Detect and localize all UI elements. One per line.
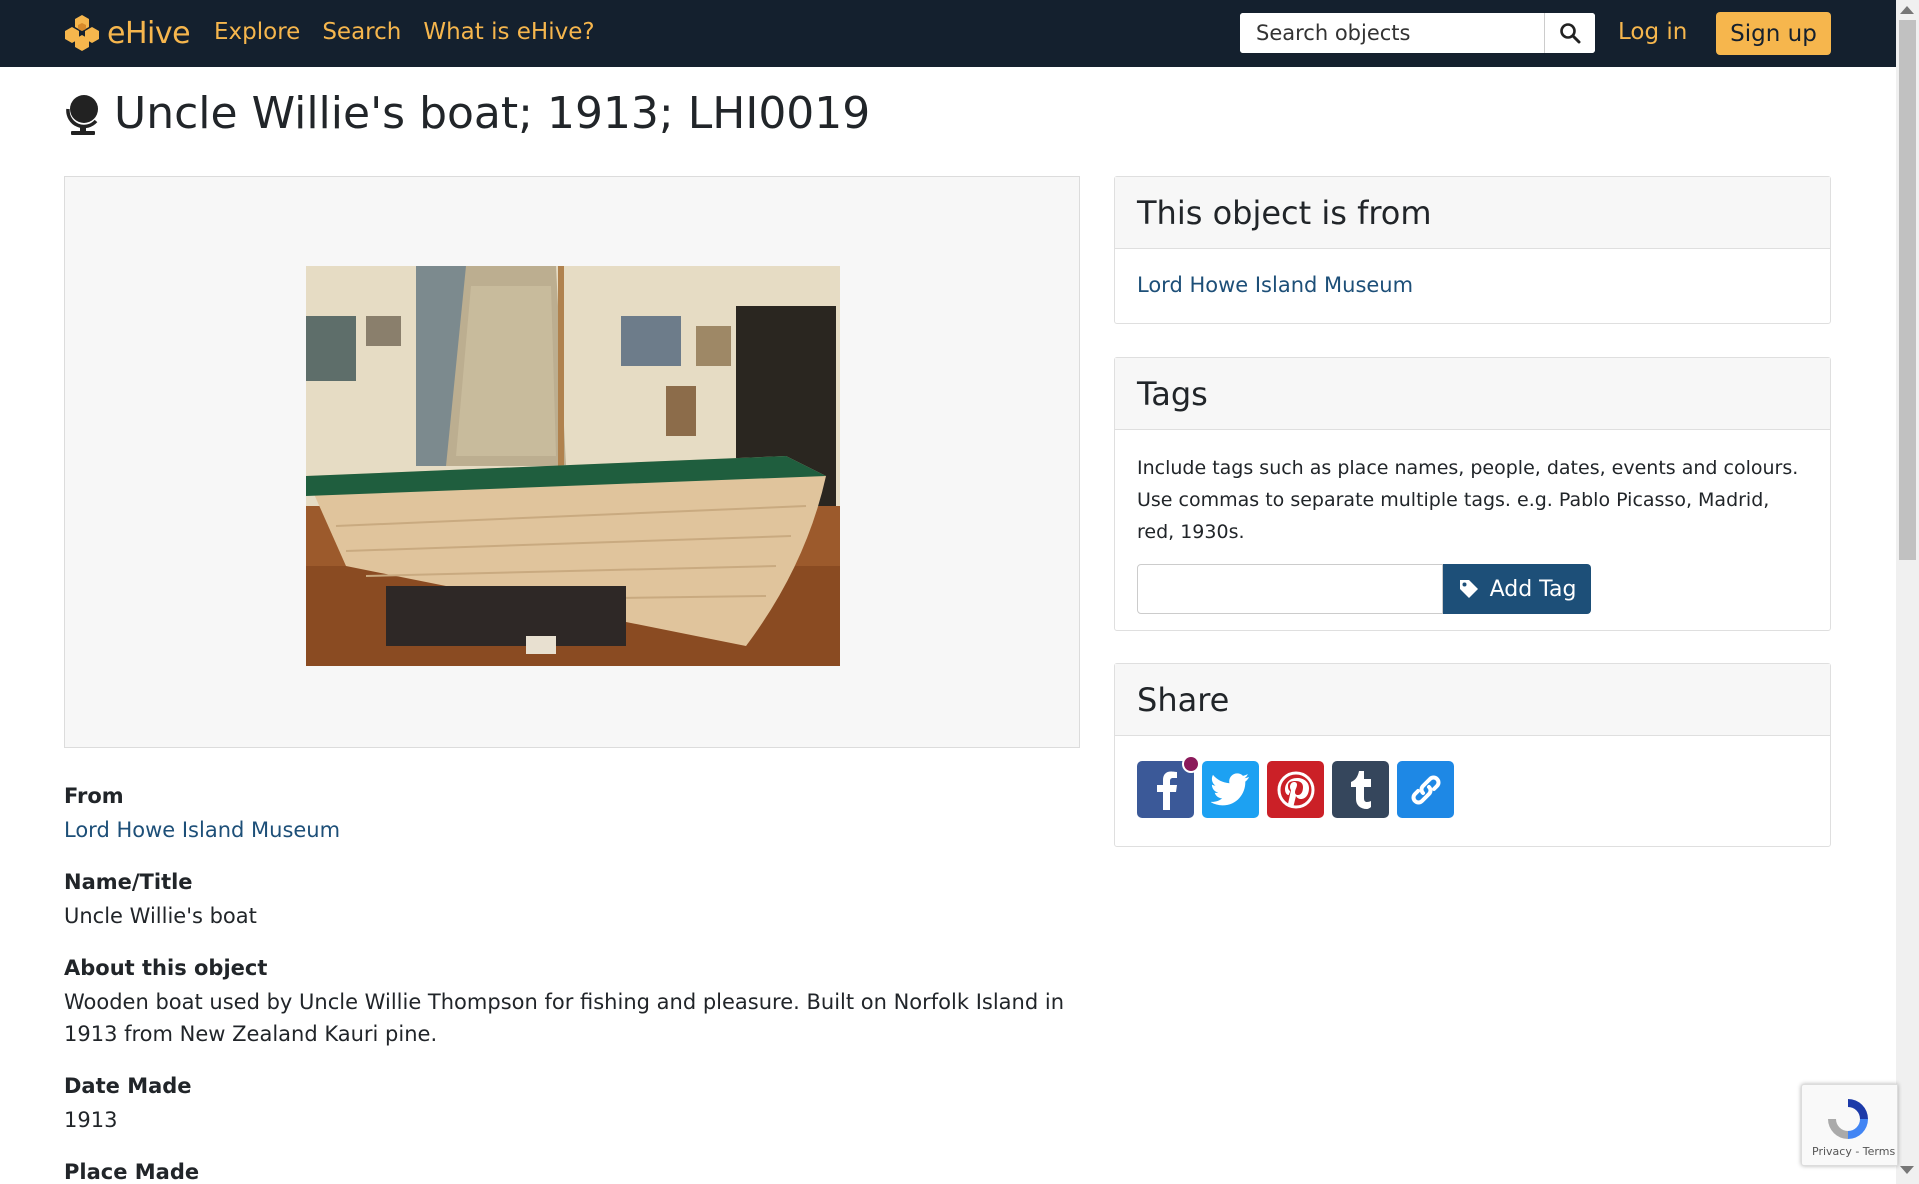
- scroll-down-arrow[interactable]: [1900, 1166, 1914, 1174]
- recaptcha-badge[interactable]: Privacy - Terms: [1801, 1084, 1898, 1166]
- card-header: Share: [1115, 664, 1830, 736]
- object-title: Uncle Willie's boat; 1913; LHI0019: [114, 88, 871, 139]
- signup-button[interactable]: Sign up: [1716, 12, 1831, 55]
- tumblr-icon: [1350, 770, 1371, 809]
- card-header: This object is from: [1115, 177, 1830, 249]
- search-input[interactable]: [1240, 13, 1544, 53]
- nav-search[interactable]: Search: [322, 19, 401, 45]
- search-button[interactable]: [1544, 13, 1595, 53]
- page-scrollbar[interactable]: [1896, 0, 1919, 1184]
- recaptcha-icon: [1828, 1099, 1868, 1139]
- add-tag-button[interactable]: Add Tag: [1443, 564, 1591, 614]
- recaptcha-footer[interactable]: Privacy - Terms: [1812, 1145, 1895, 1158]
- card-header: Tags: [1115, 358, 1830, 430]
- card-body: Include tags such as place names, people…: [1115, 430, 1830, 614]
- field-value: 1913: [64, 1108, 118, 1132]
- card-title: Share: [1137, 680, 1230, 719]
- card-object-from: This object is from Lord Howe Island Mus…: [1114, 176, 1831, 324]
- add-tag-label: Add Tag: [1489, 576, 1577, 602]
- field-from: From Lord Howe Island Museum: [64, 784, 340, 846]
- nav-explore[interactable]: Explore: [214, 19, 300, 45]
- object-photo[interactable]: [306, 266, 840, 666]
- share-twitter-button[interactable]: [1202, 761, 1259, 818]
- twitter-icon: [1210, 772, 1249, 805]
- field-value: Uncle Willie's boat: [64, 904, 257, 928]
- share-pinterest-button[interactable]: [1267, 761, 1324, 818]
- image-panel: [64, 176, 1080, 748]
- field-label: From: [64, 784, 124, 808]
- login-link[interactable]: Log in: [1618, 19, 1687, 45]
- ehive-logo-icon: [65, 15, 99, 51]
- museum-link[interactable]: Lord Howe Island Museum: [1137, 249, 1808, 297]
- field-label: Name/Title: [64, 870, 193, 894]
- field-label: Place Made: [64, 1160, 200, 1184]
- main-nav: Explore Search What is eHive?: [214, 19, 595, 45]
- share-buttons: [1137, 736, 1808, 818]
- brand-name: eHive: [107, 15, 191, 51]
- scroll-up-arrow[interactable]: [1900, 6, 1914, 14]
- field-value: Wooden boat used by Uncle Willie Thompso…: [64, 990, 1065, 1046]
- card-title: This object is from: [1137, 193, 1432, 232]
- share-facebook-button[interactable]: [1137, 755, 1200, 818]
- tag-form: Add Tag: [1137, 564, 1808, 614]
- search-icon: [1560, 23, 1581, 44]
- share-copy-link-button[interactable]: [1397, 761, 1454, 818]
- nav-what-is-ehive[interactable]: What is eHive?: [423, 19, 594, 45]
- top-navbar: eHive Explore Search What is eHive? Log …: [0, 0, 1896, 67]
- card-tags: Tags Include tags such as place names, p…: [1114, 357, 1831, 631]
- pinterest-icon: [1277, 771, 1314, 808]
- field-date-made: Date Made 1913: [64, 1074, 192, 1136]
- page-title: Uncle Willie's boat; 1913; LHI0019: [62, 88, 870, 139]
- tag-icon: [1459, 580, 1478, 598]
- link-icon: [1411, 775, 1440, 804]
- share-tumblr-button[interactable]: [1332, 761, 1389, 818]
- card-title: Tags: [1137, 374, 1208, 413]
- card-body: Lord Howe Island Museum: [1115, 249, 1830, 297]
- field-label: About this object: [64, 956, 268, 980]
- facebook-icon: [1156, 771, 1177, 810]
- brand[interactable]: eHive: [62, 13, 191, 53]
- notification-badge: [1182, 755, 1200, 773]
- field-label: Date Made: [64, 1074, 192, 1098]
- scroll-thumb[interactable]: [1899, 20, 1916, 560]
- tag-help-text: Include tags such as place names, people…: [1137, 457, 1799, 543]
- search-box: [1240, 13, 1595, 53]
- field-name-title: Name/Title Uncle Willie's boat: [64, 870, 257, 932]
- field-about: About this object Wooden boat used by Un…: [64, 956, 1080, 1050]
- from-museum-link[interactable]: Lord Howe Island Museum: [64, 814, 340, 846]
- field-place-made: Place Made: [64, 1160, 199, 1184]
- globe-icon: [66, 94, 98, 135]
- card-share: Share: [1114, 663, 1831, 847]
- tag-input[interactable]: [1137, 564, 1443, 614]
- card-body: [1115, 736, 1830, 818]
